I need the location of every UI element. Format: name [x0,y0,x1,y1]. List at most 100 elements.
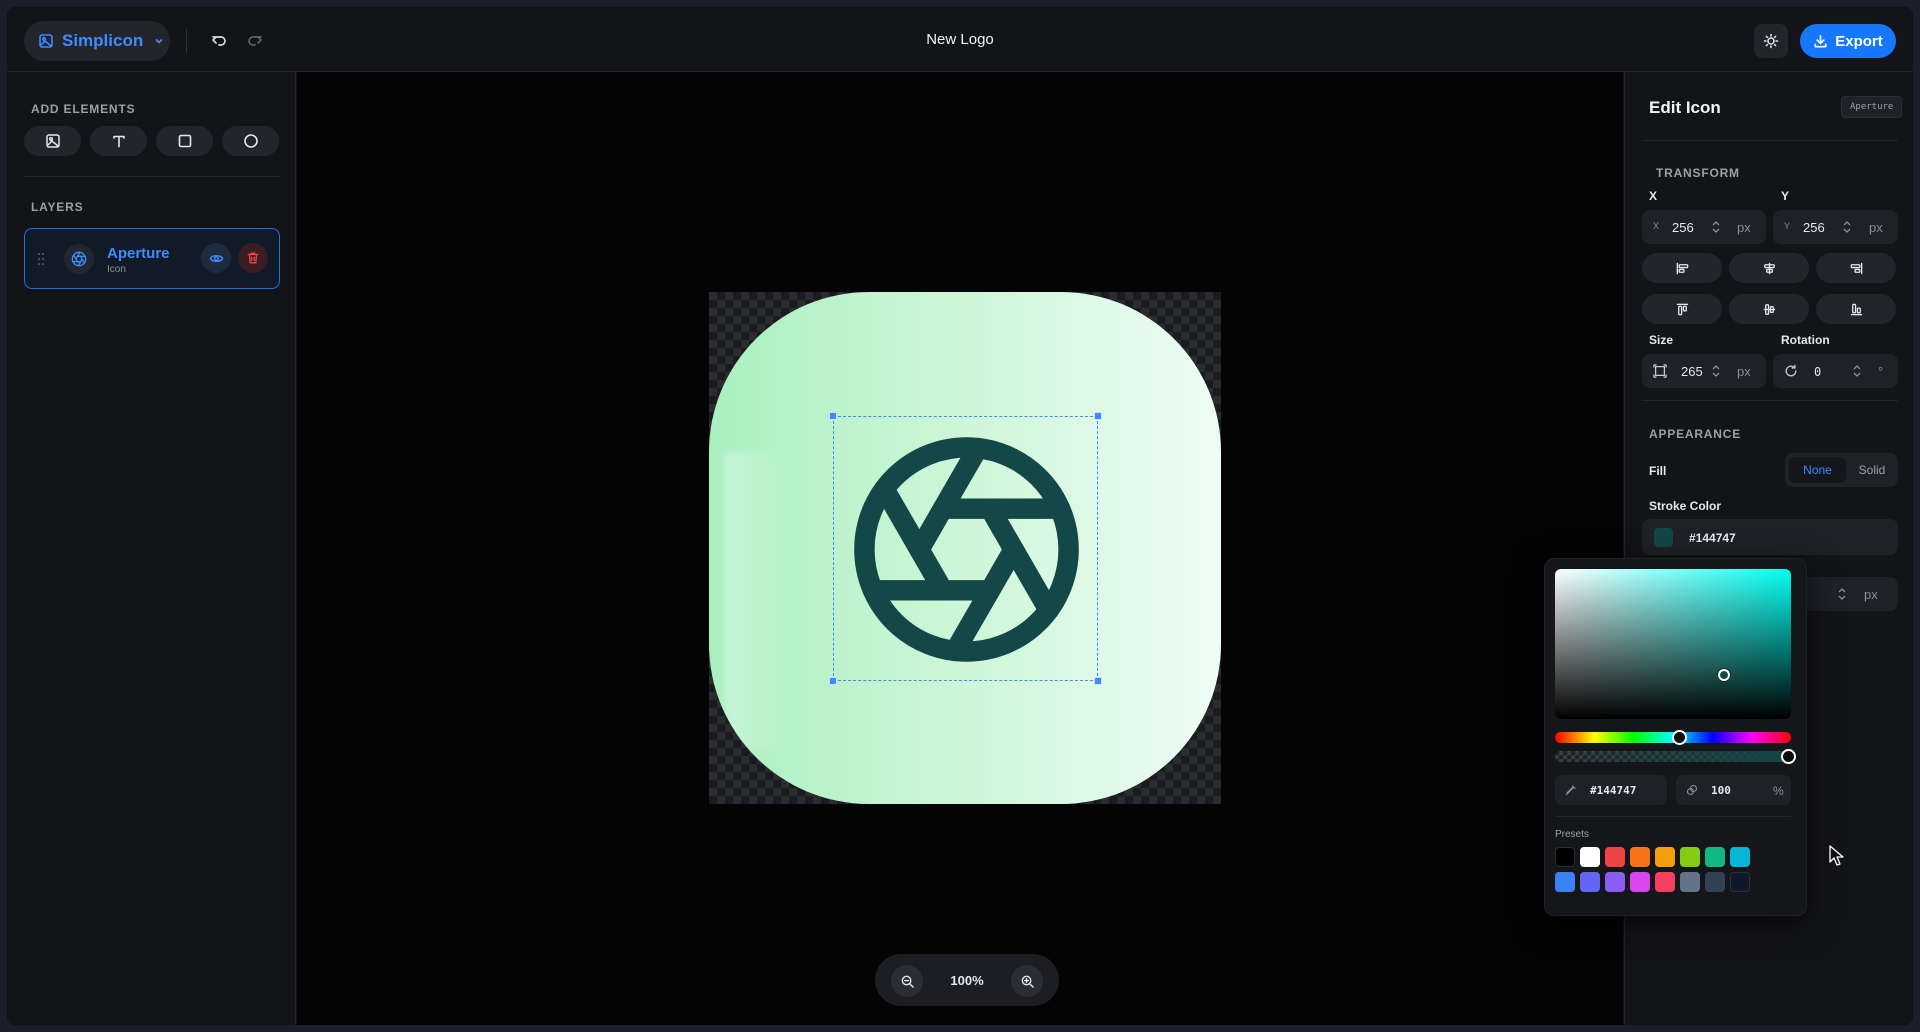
image-icon [45,134,60,148]
align-right-icon [1850,262,1862,274]
resize-icon [1653,364,1667,383]
preset-swatch[interactable] [1630,847,1650,867]
rotation-input[interactable]: 0 ° [1773,354,1898,388]
add-text-button[interactable] [90,126,147,156]
saturation-value-area[interactable] [1555,569,1791,719]
fill-solid-option[interactable]: Solid [1848,457,1896,483]
stroke-color-swatch[interactable] [1654,528,1673,547]
align-center-vertical-icon [1763,303,1775,315]
hex-value[interactable]: #144747 [1590,784,1636,797]
delete-layer-button[interactable] [238,243,268,273]
redo-button[interactable] [241,27,269,55]
opacity-input[interactable]: 100 % [1676,775,1791,805]
rotation-label: Rotation [1781,333,1830,347]
mouse-cursor-icon [1829,845,1844,866]
resize-handle-top-left[interactable] [829,412,837,420]
preset-swatch[interactable] [1580,847,1600,867]
x-value[interactable]: 256 [1672,220,1694,235]
circle-icon [243,134,258,148]
toggle-visibility-button[interactable] [201,243,231,273]
align-left-button[interactable] [1642,253,1722,283]
left-divider [24,176,280,177]
align-left-icon [1676,262,1688,274]
drag-handle-icon[interactable] [37,252,45,271]
y-position-input[interactable]: Y 256 px [1773,210,1898,244]
selection-box[interactable] [829,412,1102,685]
resize-handle-top-right[interactable] [1094,412,1102,420]
brand-name: Simplicon [62,31,144,50]
fill-label: Fill [1649,464,1667,478]
stepper-icon[interactable] [1837,586,1847,607]
canvas-area[interactable]: 100% [297,72,1623,1025]
export-button[interactable]: Export [1800,24,1896,58]
brand-menu-button[interactable]: Simplicon [24,21,170,61]
background-highlight [725,452,785,752]
resize-handle-bottom-left[interactable] [829,677,837,685]
rotate-icon [1784,364,1798,383]
chevron-down-icon [153,35,165,47]
preset-swatch[interactable] [1730,872,1750,892]
preset-swatch[interactable] [1680,847,1700,867]
stepper-icon[interactable] [1842,219,1852,240]
align-right-button[interactable] [1816,253,1896,283]
preset-swatch[interactable] [1555,872,1575,892]
color-area-handle[interactable] [1718,669,1730,681]
stroke-width-unit: px [1864,587,1878,602]
stepper-icon[interactable] [1711,219,1721,240]
add-image-button[interactable] [24,126,81,156]
preset-swatch[interactable] [1705,872,1725,892]
size-input[interactable]: 265 px [1642,354,1766,388]
preset-swatch[interactable] [1580,872,1600,892]
preset-swatch[interactable] [1605,872,1625,892]
stroke-color-value: #144747 [1689,531,1736,545]
alpha-slider-handle[interactable] [1781,749,1796,764]
opacity-icon [1686,783,1698,801]
add-rectangle-button[interactable] [156,126,213,156]
aperture-icon[interactable] [844,427,1089,672]
preset-swatch[interactable] [1655,872,1675,892]
eyedropper-icon[interactable] [1565,783,1577,801]
undo-button[interactable] [205,27,233,55]
hex-input[interactable]: #144747 [1555,775,1667,805]
top-bar: Simplicon New Logo Export [7,7,1913,72]
eye-icon [209,254,223,262]
align-center-vertical-button[interactable] [1729,294,1809,324]
y-prefix: Y [1784,221,1791,231]
preset-swatch[interactable] [1630,872,1650,892]
stroke-color-input[interactable]: #144747 [1642,519,1898,555]
layer-type: Icon [107,264,126,275]
artboard[interactable] [709,292,1221,804]
hue-slider-handle[interactable] [1672,730,1687,745]
resize-handle-bottom-right[interactable] [1094,677,1102,685]
preset-swatch[interactable] [1555,847,1575,867]
x-position-input[interactable]: X 256 px [1642,210,1766,244]
stepper-icon[interactable] [1711,363,1721,384]
divider [1642,140,1898,141]
fill-toggle: None Solid [1785,453,1898,487]
preset-swatch[interactable] [1605,847,1625,867]
preset-swatch[interactable] [1705,847,1725,867]
logo-icon [38,33,54,49]
zoom-in-button[interactable] [1011,965,1043,997]
alpha-slider[interactable] [1555,749,1796,764]
add-circle-button[interactable] [222,126,279,156]
fill-none-option[interactable]: None [1789,457,1846,483]
size-value[interactable]: 265 [1681,364,1703,379]
layer-item[interactable]: Aperture Icon [24,228,280,289]
align-center-horizontal-button[interactable] [1729,253,1809,283]
undo-icon [212,36,226,46]
preset-swatch[interactable] [1730,847,1750,867]
opacity-value[interactable]: 100 [1711,784,1731,797]
rotation-value[interactable]: 0 [1814,365,1821,379]
y-value[interactable]: 256 [1803,220,1825,235]
align-top-button[interactable] [1642,294,1722,324]
preset-swatch[interactable] [1680,872,1700,892]
transform-heading: TRANSFORM [1656,166,1740,180]
theme-toggle-button[interactable] [1754,24,1788,58]
text-icon [112,135,125,148]
x-label: X [1649,189,1658,203]
stepper-icon[interactable] [1852,363,1862,384]
align-bottom-button[interactable] [1816,294,1896,324]
preset-swatch[interactable] [1655,847,1675,867]
hue-slider[interactable] [1555,730,1791,745]
